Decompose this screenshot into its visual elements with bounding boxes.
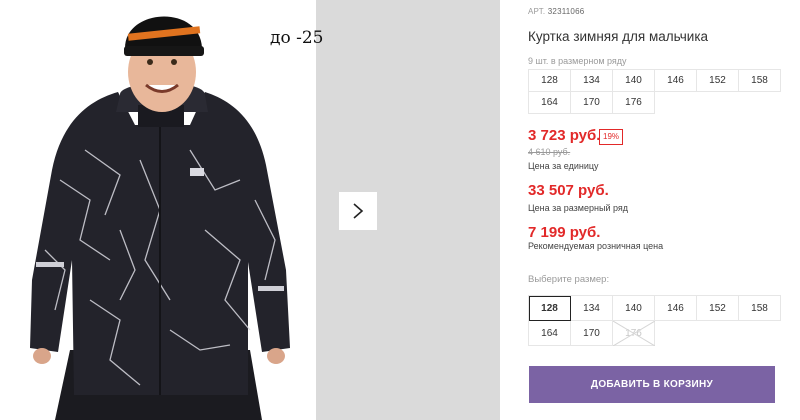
pack-price-note: Цена за размерный ряд [528, 203, 629, 213]
size-option-selected[interactable]: 128 [529, 296, 571, 321]
unit-price: 3 723 руб. [528, 127, 601, 144]
old-price: 4 610 руб. [528, 147, 571, 157]
boy-in-winter-jacket-image [30, 16, 290, 420]
unit-price-note: Цена за единицу [528, 161, 599, 171]
product-title: Куртка зимняя для мальчика [528, 29, 709, 44]
size-option[interactable]: 170 [571, 321, 613, 346]
size-option-unavailable: 176 [613, 321, 655, 346]
size-picker: 128 134 140 146 152 158 164 170 176 [528, 295, 781, 346]
pack-price: 33 507 руб. [528, 182, 609, 199]
size-option[interactable]: 158 [739, 296, 781, 321]
pack-size-cell: 158 [739, 70, 781, 92]
product-info-panel: АРТ. 32311066 Куртка зимняя для мальчика… [528, 0, 781, 420]
pack-size-cell: 152 [697, 70, 739, 92]
pack-size-cell: 140 [613, 70, 655, 92]
retail-price-note: Рекомендуемая розничная цена [528, 241, 664, 251]
pack-size-cell: 176 [613, 92, 655, 114]
size-option[interactable]: 146 [655, 296, 697, 321]
product-photo[interactable] [0, 0, 316, 420]
next-image-button[interactable] [339, 192, 377, 230]
add-to-cart-button[interactable]: ДОБАВИТЬ В КОРЗИНУ [529, 366, 775, 403]
retail-price: 7 199 руб. [528, 224, 601, 241]
discount-badge: 19% [599, 129, 624, 145]
sku-value: 32311066 [547, 7, 585, 16]
sku: АРТ. 32311066 [528, 7, 584, 16]
strike-through-icon [613, 321, 655, 346]
pack-size-cell: 164 [529, 92, 571, 114]
temperature-badge: до -25 [270, 28, 324, 48]
chevron-right-icon [353, 203, 364, 219]
choose-size-label: Выберите размер: [528, 274, 610, 285]
size-option[interactable]: 152 [697, 296, 739, 321]
pack-count-label: 9 шт. в размерном ряду [528, 56, 627, 66]
product-gallery: до -25 [0, 0, 500, 420]
size-option[interactable]: 140 [613, 296, 655, 321]
pack-size-cell: 170 [571, 92, 613, 114]
sku-label: АРТ. [528, 7, 546, 16]
pack-size-cell: 134 [571, 70, 613, 92]
size-option[interactable]: 164 [529, 321, 571, 346]
pack-size-cell: 128 [529, 70, 571, 92]
pack-size-cell: 146 [655, 70, 697, 92]
pack-size-grid: 128 134 140 146 152 158 164 170 176 [528, 69, 781, 114]
size-option[interactable]: 134 [571, 296, 613, 321]
